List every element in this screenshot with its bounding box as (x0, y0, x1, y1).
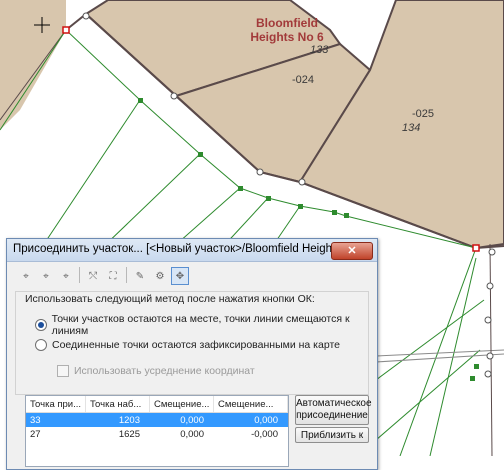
edit-icon[interactable]: ✎ (131, 267, 149, 285)
cell-offset-x: 0,000 (180, 429, 204, 440)
averaging-checkbox[interactable] (57, 365, 69, 377)
cell-offset-y: 0,000 (254, 415, 278, 426)
dialog-title: Присоединить участок... [<Новый участок>… (13, 243, 333, 255)
column-header-offset-x[interactable]: Смещение... (150, 396, 214, 412)
column-header-parcel-point[interactable]: Точка при... (26, 396, 86, 412)
move-parcel-icon[interactable]: ✥ (171, 267, 189, 285)
parcel-label-134: 134 (402, 122, 421, 134)
radio-snap-lines[interactable]: Точки участков остаются на месте, точки … (35, 313, 377, 337)
auto-join-button[interactable]: Автоматическое присоединение (295, 395, 372, 425)
toolbar-separator (126, 267, 127, 283)
close-button[interactable]: ✕ (331, 242, 373, 260)
radio-fixed-points[interactable]: Соединенные точки остаются зафиксированн… (35, 339, 340, 351)
parcel-title-line2: Heights No 6 (250, 30, 324, 44)
column-header-target-point[interactable]: Точка наб... (86, 396, 150, 412)
grey-line-3 (489, 243, 493, 456)
new-parcel-line-11 (375, 299, 485, 381)
close-icon: ✕ (347, 245, 357, 257)
cell-offset-x: 0,000 (180, 415, 204, 426)
toolbar-separator (79, 267, 80, 283)
radio-button[interactable] (35, 339, 47, 351)
selected-vertex-2 (472, 244, 480, 252)
dialog-toolbar: ⌖ ⌖ ⌖ ⤲ ⛶ ✎ ⚙ ✥ (17, 267, 189, 287)
new-parcel-line-10 (375, 349, 481, 441)
zoom-to-button[interactable]: Приблизить к (295, 427, 369, 443)
zoom-extent-icon[interactable]: ⛶ (104, 267, 122, 285)
dialog-titlebar[interactable]: Присоединить участок... [<Новый участок>… (7, 239, 377, 262)
attach-line-icon[interactable]: ⤲ (84, 267, 102, 285)
parcel-label-133: 133 (310, 44, 329, 56)
attach-point-3-icon[interactable]: ⌖ (57, 267, 75, 285)
radio-label-2: Соединенные точки остаются зафиксированн… (52, 339, 340, 351)
cell-parcel-point: 27 (30, 429, 41, 440)
new-parcel-line-4 (99, 153, 201, 251)
settings-icon[interactable]: ⚙ (151, 267, 169, 285)
parcel-left (0, 0, 66, 130)
table-row[interactable]: 33 1203 0,000 0,000 (26, 413, 288, 427)
radio-label-1: Точки участков остаются на месте, точки … (51, 313, 350, 337)
selected-vertex (62, 26, 70, 34)
new-parcel-line-3 (39, 99, 141, 251)
attach-point-2-icon[interactable]: ⌖ (37, 267, 55, 285)
averaging-checkbox-row[interactable]: Использовать усреднение координат (57, 365, 255, 377)
cell-target-point: 1625 (118, 429, 140, 440)
method-label: Использовать следующий метод после нажат… (25, 293, 315, 305)
join-parcel-dialog: Присоединить участок... [<Новый участок>… (6, 238, 378, 470)
cell-target-point: 1203 (118, 415, 140, 426)
table-row[interactable]: 27 1625 0,000 -0,000 (26, 427, 288, 441)
averaging-checkbox-label: Использовать усреднение координат (74, 365, 255, 377)
cell-offset-y: -0,000 (251, 429, 278, 440)
column-header-offset-y[interactable]: Смещение... (214, 396, 288, 412)
parcel-label-025: -025 (412, 108, 435, 120)
parcel-title-line1: Bloomfield (256, 16, 318, 30)
radio-button-checked[interactable] (35, 319, 47, 331)
table-header: Точка при... Точка наб... Смещение... См… (26, 396, 288, 413)
parcel-label-024: -024 (292, 74, 315, 86)
parcel-title: Bloomfield Heights No 6 (232, 16, 342, 44)
attach-point-icon[interactable]: ⌖ (17, 267, 35, 285)
cell-parcel-point: 33 (30, 415, 41, 426)
points-table: Точка при... Точка наб... Смещение... См… (25, 395, 289, 467)
